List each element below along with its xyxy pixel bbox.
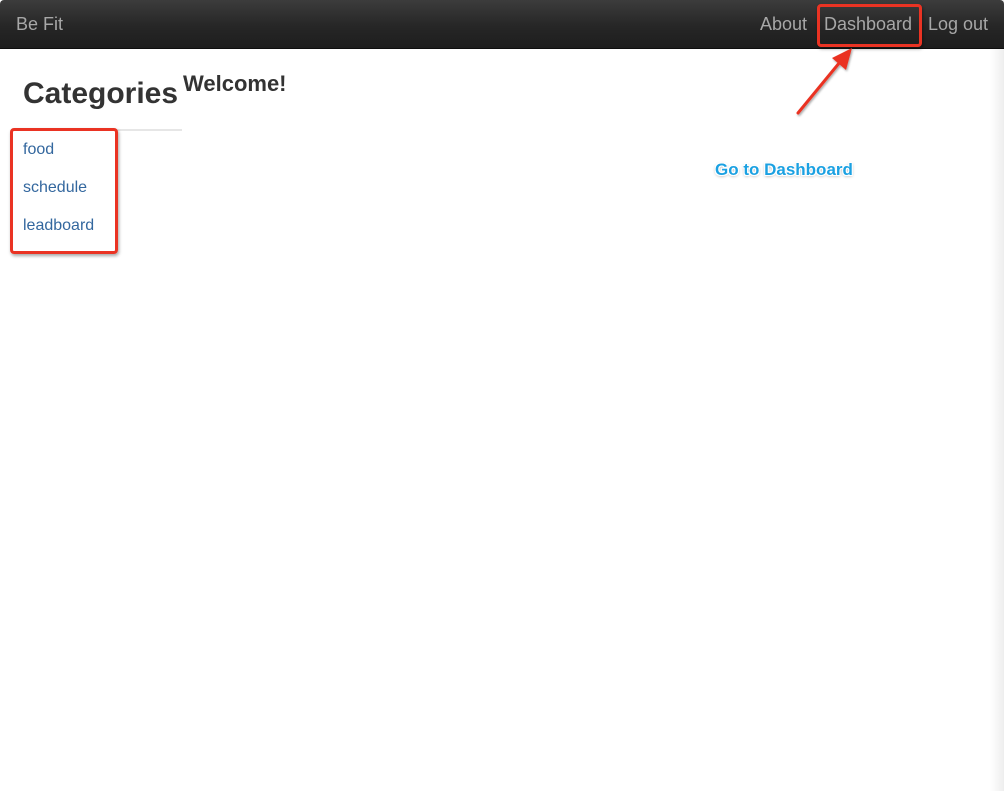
dashboard-highlight-box — [817, 4, 922, 47]
welcome-heading: Welcome! — [183, 71, 287, 96]
go-to-dashboard-callout: Go to Dashboard — [715, 160, 853, 179]
categories-heading: Categories — [23, 77, 179, 110]
page-edge-shadow — [990, 0, 1004, 791]
brand-link[interactable]: Be Fit — [16, 13, 63, 35]
nav-logout-link[interactable]: Log out — [928, 13, 988, 35]
arrow-icon — [796, 48, 852, 115]
nav-about-link[interactable]: About — [760, 13, 807, 35]
categories-highlight-box — [10, 128, 118, 254]
page: Be Fit About Dashboard Log out Categorie… — [0, 0, 1004, 791]
